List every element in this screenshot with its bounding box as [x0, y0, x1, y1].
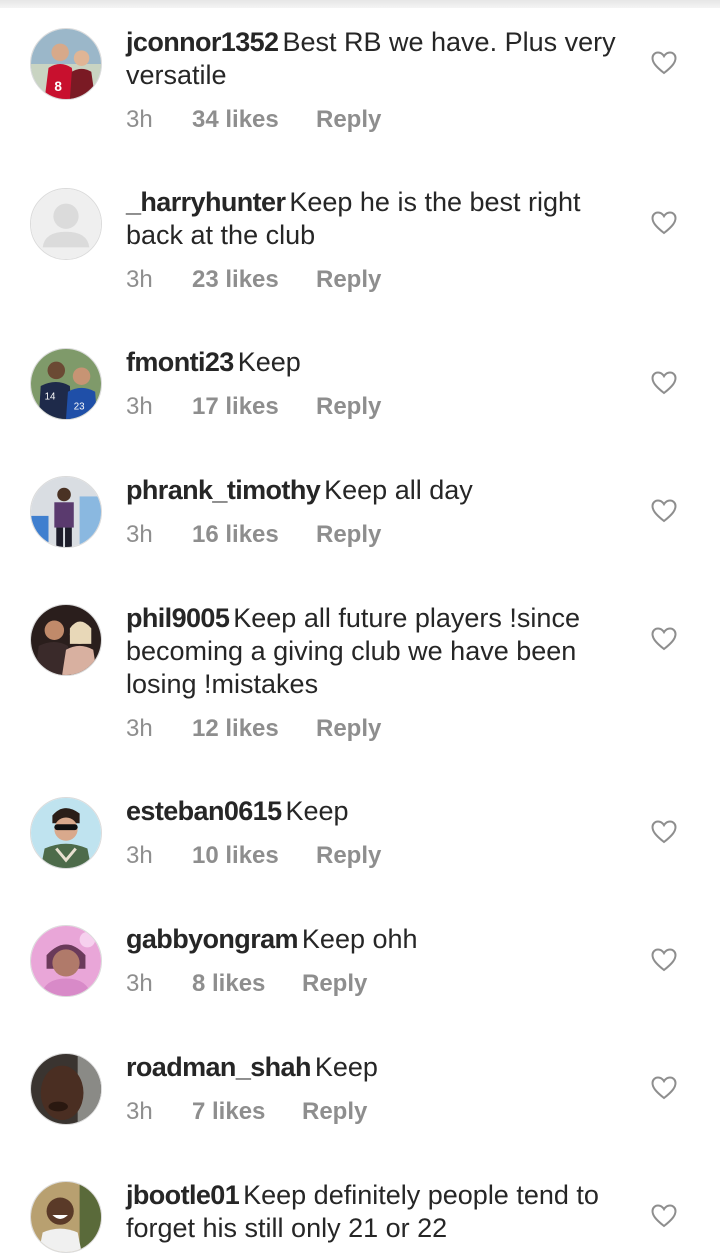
avatar-photo: [31, 798, 101, 868]
comment-meta: 3h 10 likes Reply: [126, 841, 381, 871]
avatar-photo: [31, 1054, 101, 1124]
reply-button[interactable]: Reply: [316, 105, 381, 135]
comment-username[interactable]: roadman_shah: [126, 1052, 311, 1082]
reply-button[interactable]: Reply: [302, 969, 367, 999]
comment-meta: 3h 8 likes Reply: [126, 969, 367, 999]
heart-outline-icon[interactable]: [651, 51, 677, 75]
comment-meta: 3h 34 likes Reply: [126, 105, 381, 135]
comment-meta: 3h 16 likes Reply: [126, 520, 381, 550]
comment-meta: 3h 12 likes Reply: [126, 714, 381, 744]
reply-button[interactable]: Reply: [316, 392, 381, 422]
heart-outline-icon[interactable]: [651, 211, 677, 235]
avatar-photo: [31, 1182, 101, 1252]
comment-body: Keep all day: [324, 475, 473, 505]
comment-meta: 3h 23 likes Reply: [126, 265, 381, 295]
avatar-photo: 8: [31, 29, 101, 99]
svg-text:8: 8: [54, 79, 62, 94]
heart-outline-icon[interactable]: [651, 948, 677, 972]
avatar-photo: [31, 605, 101, 675]
comment-body: Keep: [314, 1052, 378, 1082]
comment-text: esteban0615 Keep: [126, 795, 631, 828]
comment-time: 3h: [126, 715, 153, 742]
reply-button[interactable]: Reply: [316, 714, 381, 744]
comment-text: phrank_timothy Keep all day: [126, 474, 631, 507]
comment-likes[interactable]: 12 likes: [192, 714, 316, 744]
comment-time: 3h: [126, 393, 153, 420]
comment-body: Keep: [237, 347, 301, 377]
avatar[interactable]: [30, 1053, 102, 1125]
reply-button[interactable]: Reply: [302, 1097, 367, 1127]
comment-text: jconnor1352 Best RB we have. Plus very ve…: [126, 26, 631, 92]
comment-username[interactable]: _harryhunter: [126, 187, 286, 217]
heart-outline-icon[interactable]: [651, 1204, 677, 1228]
avatar[interactable]: [30, 1181, 102, 1253]
svg-text:23: 23: [74, 401, 85, 412]
avatar-photo: [31, 926, 101, 996]
comment-meta: 3h 17 likes Reply: [126, 392, 381, 422]
avatar[interactable]: [30, 925, 102, 997]
comment-text: gabbyongram Keep ohh: [126, 923, 631, 956]
comment-username[interactable]: esteban0615: [126, 796, 282, 826]
reply-button[interactable]: Reply: [316, 841, 381, 871]
reply-button[interactable]: Reply: [316, 520, 381, 550]
comment-time: 3h: [126, 266, 153, 293]
comment-text: fmonti23 Keep: [126, 346, 631, 379]
top-divider: [0, 0, 720, 8]
default-avatar-icon: [31, 189, 101, 259]
heart-outline-icon[interactable]: [651, 371, 677, 395]
heart-outline-icon[interactable]: [651, 627, 677, 651]
avatar[interactable]: [30, 797, 102, 869]
comment-text: phil9005 Keep all future players !since b…: [126, 602, 631, 701]
comment-username[interactable]: fmonti23: [126, 347, 234, 377]
avatar[interactable]: 14 23: [30, 348, 102, 420]
heart-outline-icon[interactable]: [651, 499, 677, 523]
comment-text: roadman_shah Keep: [126, 1051, 631, 1084]
comment-meta: 3h 7 likes Reply: [126, 1097, 367, 1127]
avatar[interactable]: [30, 604, 102, 676]
comment-likes[interactable]: 10 likes: [192, 841, 316, 871]
heart-outline-icon[interactable]: [651, 1076, 677, 1100]
comment-time: 3h: [126, 1098, 153, 1125]
comment-likes[interactable]: 17 likes: [192, 392, 316, 422]
comment-likes[interactable]: 7 likes: [192, 1097, 302, 1127]
comment-time: 3h: [126, 842, 153, 869]
avatar[interactable]: 8: [30, 28, 102, 100]
svg-text:14: 14: [45, 392, 56, 403]
avatar[interactable]: [30, 476, 102, 548]
avatar[interactable]: [30, 188, 102, 260]
comment-body: Keep ohh: [301, 924, 418, 954]
avatar-photo: [31, 477, 101, 547]
comment-body: Keep: [285, 796, 349, 826]
comment-username[interactable]: phil9005: [126, 603, 230, 633]
comment-text: _harryhunter Keep he is the best right ba…: [126, 186, 631, 252]
reply-button[interactable]: Reply: [316, 265, 381, 295]
comment-username[interactable]: phrank_timothy: [126, 475, 321, 505]
comment-likes[interactable]: 23 likes: [192, 265, 316, 295]
comment-time: 3h: [126, 521, 153, 548]
comment-time: 3h: [126, 970, 153, 997]
comment-likes[interactable]: 16 likes: [192, 520, 316, 550]
comment-username[interactable]: jbootle01: [126, 1180, 240, 1210]
comment-time: 3h: [126, 106, 153, 133]
comment-likes[interactable]: 8 likes: [192, 969, 302, 999]
comment-text: jbootle01 Keep definitely people tend to …: [126, 1179, 631, 1245]
comment-likes[interactable]: 34 likes: [192, 105, 316, 135]
heart-outline-icon[interactable]: [651, 820, 677, 844]
comment-username[interactable]: gabbyongram: [126, 924, 299, 954]
avatar-photo: 14 23: [31, 349, 101, 419]
comment-username[interactable]: jconnor1352: [126, 27, 279, 57]
